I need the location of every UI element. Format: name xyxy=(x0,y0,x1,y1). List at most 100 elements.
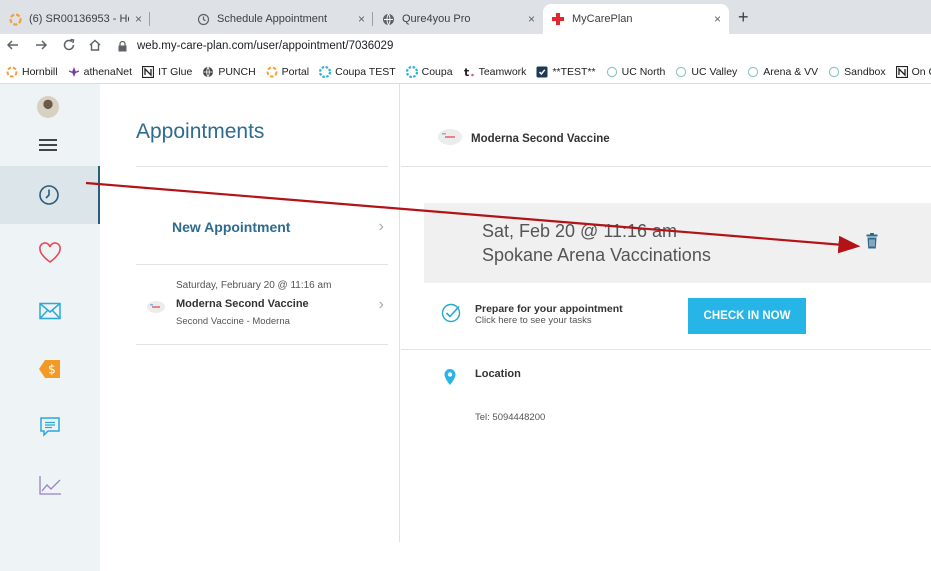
close-icon[interactable]: × xyxy=(714,12,721,26)
tab-title: (6) SR00136953 - Hornbill xyxy=(29,13,129,25)
new-appointment-label: New Appointment xyxy=(172,219,291,235)
prepare-subtitle: Click here to see your tasks xyxy=(475,315,592,326)
page-title: Appointments xyxy=(136,120,265,143)
hornbill-icon xyxy=(8,12,22,26)
envelope-icon xyxy=(39,302,61,320)
forward-arrow-icon[interactable] xyxy=(34,38,48,57)
home-icon[interactable] xyxy=(88,38,102,57)
clock-icon xyxy=(39,185,59,205)
tab-title: Schedule Appointment xyxy=(217,13,328,25)
chevron-right-icon: › xyxy=(378,218,384,235)
bookmarks-bar: Hornbill athenaNet IT Glue PUNCH Portal Coupa… xyxy=(0,60,931,84)
location-pin-icon xyxy=(444,369,456,385)
tab-hornbill[interactable]: (6) SR00136953 - Hornbill × xyxy=(0,4,150,34)
bookmark-item[interactable]: Coupa xyxy=(405,65,453,78)
bookmark-item[interactable]: Portal xyxy=(266,66,309,78)
url-field[interactable]: web.my-care-plan.com/user/appointment/70… xyxy=(118,40,393,52)
bookmark-label: PUNCH xyxy=(218,65,256,78)
close-icon[interactable]: × xyxy=(358,12,365,26)
svg-text:$: $ xyxy=(48,363,56,377)
new-tab-button[interactable]: + xyxy=(738,8,749,26)
bookmark-label: **TEST** xyxy=(552,65,596,78)
tab-mycareplan[interactable]: MyCarePlan × xyxy=(543,4,729,34)
ring-icon xyxy=(675,66,687,78)
bookmark-item[interactable]: t Teamwork xyxy=(463,66,527,78)
appointment-list-panel: Appointments New Appointment › Saturday,… xyxy=(100,84,400,542)
coupa-icon xyxy=(319,65,332,78)
globe-icon xyxy=(381,12,395,26)
sidebar: $ xyxy=(0,84,100,571)
tab-qure4you-pro[interactable]: Qure4you Pro × xyxy=(373,4,543,34)
bookmark-item[interactable]: athenaNet xyxy=(68,66,132,78)
shield-icon xyxy=(536,66,548,78)
chevron-right-icon: › xyxy=(378,296,384,313)
appointment-subtitle: Second Vaccine - Moderna xyxy=(176,316,290,327)
sidebar-item-chat[interactable] xyxy=(0,398,100,456)
prepare-title: Prepare for your appointment xyxy=(475,303,623,315)
divider xyxy=(136,264,388,265)
back-arrow-icon[interactable] xyxy=(6,38,20,57)
bookmark-label: Teamwork xyxy=(478,65,527,78)
check-circle-icon xyxy=(441,303,461,323)
svg-text:t: t xyxy=(464,66,469,78)
sidebar-item-progress[interactable] xyxy=(0,456,100,514)
ring-icon xyxy=(606,66,618,78)
red-cross-icon xyxy=(551,12,565,26)
bookmark-label: Sandbox xyxy=(844,65,886,78)
bookmark-label: IT Glue xyxy=(158,65,193,78)
ring-icon xyxy=(747,66,759,78)
bookmark-item[interactable]: UC North xyxy=(606,66,665,78)
heart-icon xyxy=(39,242,61,263)
bookmark-item[interactable]: **TEST** xyxy=(536,65,596,78)
location-section: Location Tel: 5094448200 xyxy=(401,350,931,530)
bookmark-item[interactable]: On Call xyxy=(895,65,931,78)
trash-icon[interactable] xyxy=(866,233,878,249)
bookmark-item[interactable]: IT Glue xyxy=(142,65,193,78)
appointment-detail-panel: Moderna Second Vaccine Sat, Feb 20 @ 11:… xyxy=(401,84,931,571)
close-icon[interactable]: × xyxy=(528,12,535,26)
prepare-section[interactable]: Prepare for your appointment Click here … xyxy=(401,283,931,350)
new-appointment-button[interactable]: New Appointment › xyxy=(136,202,388,252)
detail-header: Moderna Second Vaccine xyxy=(401,84,931,167)
sidebar-item-health[interactable] xyxy=(0,224,100,282)
hornbill-icon xyxy=(266,66,278,78)
location-phone: Tel: 5094448200 xyxy=(475,412,546,423)
hornbill-icon xyxy=(6,66,18,78)
bookmark-item[interactable]: Coupa TEST xyxy=(319,65,396,78)
tab-title: Qure4you Pro xyxy=(402,13,471,25)
avatar[interactable] xyxy=(37,96,59,118)
bookmark-item[interactable]: Sandbox xyxy=(828,65,886,78)
tab-title: MyCarePlan xyxy=(572,13,633,25)
tab-schedule-appointment[interactable]: Schedule Appointment × xyxy=(188,4,373,34)
price-tag-icon: $ xyxy=(39,360,60,378)
athena-icon xyxy=(68,66,80,78)
chart-line-icon xyxy=(39,476,61,495)
clock-icon xyxy=(196,12,210,26)
tab-separator xyxy=(149,12,150,26)
bookmark-item[interactable]: UC Valley xyxy=(675,66,737,78)
bookmark-item[interactable]: PUNCH xyxy=(202,65,256,78)
check-in-button[interactable]: CHECK IN NOW xyxy=(688,298,806,334)
bookmark-label: Coupa TEST xyxy=(335,65,396,78)
ring-icon xyxy=(828,66,840,78)
appointment-list-item[interactable]: Saturday, February 20 @ 11:16 am Moderna… xyxy=(136,274,388,344)
sidebar-item-messages[interactable] xyxy=(0,282,100,340)
bookmark-item[interactable]: Arena & VV xyxy=(747,66,818,78)
coupa-icon xyxy=(405,65,418,78)
detail-title: Moderna Second Vaccine xyxy=(471,133,610,145)
divider xyxy=(136,166,388,167)
appointment-summary: Sat, Feb 20 @ 11:16 am Spokane Arena Vac… xyxy=(424,203,931,283)
teamwork-icon: t xyxy=(463,66,475,78)
sidebar-item-appointments[interactable] xyxy=(0,166,100,224)
bookmark-item[interactable]: Hornbill xyxy=(6,66,58,78)
appointment-location-name: Spokane Arena Vaccinations xyxy=(482,245,711,265)
itglue-icon xyxy=(895,65,908,78)
reload-icon[interactable] xyxy=(62,38,76,57)
close-icon[interactable]: × xyxy=(135,12,142,26)
menu-icon[interactable] xyxy=(39,139,57,151)
bookmark-label: athenaNet xyxy=(83,65,133,78)
bookmark-label: Coupa xyxy=(421,65,453,78)
chat-icon xyxy=(40,417,60,437)
app-root: $ Appointments New Appointment › Saturda… xyxy=(0,84,931,571)
sidebar-item-billing[interactable]: $ xyxy=(0,340,100,398)
